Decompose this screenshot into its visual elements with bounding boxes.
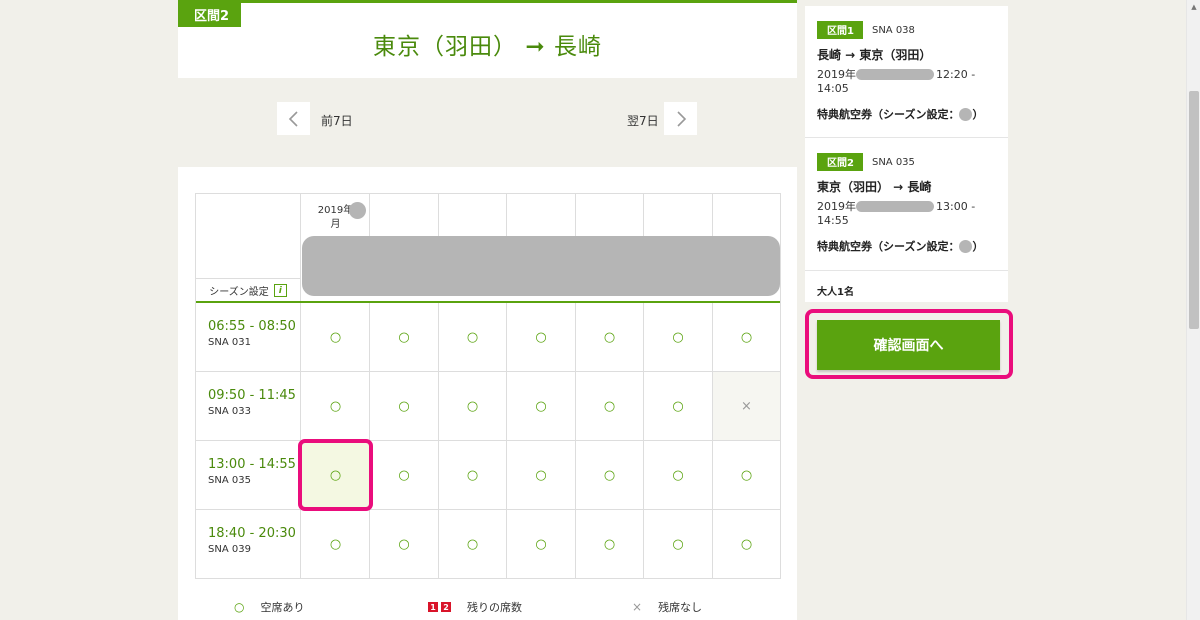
- segment-route: 長崎 → 東京（羽田）: [817, 48, 932, 62]
- seat-cell-available[interactable]: ○: [370, 372, 439, 440]
- table-row: 06:55 - 08:50 SNA 031 ○ ○ ○ ○ ○ ○ ○: [196, 303, 780, 372]
- cross-icon: ×: [632, 600, 643, 614]
- table-row: 13:00 - 14:55 SNA 035 ○ ○ ○ ○ ○ ○ ○: [196, 441, 780, 510]
- seat-cell-available[interactable]: ○: [507, 372, 576, 440]
- seat-cell-sold-out: ×: [713, 372, 780, 440]
- next-week-label[interactable]: 翌7日: [627, 112, 659, 129]
- remaining-seat-badges: 12: [428, 602, 451, 612]
- seat-cell-available[interactable]: ○: [576, 372, 644, 440]
- legend-remaining: 12 残りの席数: [428, 599, 522, 615]
- seat-cell-available[interactable]: ○: [302, 510, 370, 579]
- itinerary-summary: 区間1 SNA 038 長崎 → 東京（羽田） 2019年 12:20 - 14:…: [805, 6, 1008, 302]
- flight-time: 18:40 - 20:30: [208, 526, 296, 541]
- flight-number: SNA 033: [208, 406, 251, 417]
- seat-cell-available[interactable]: ○: [507, 303, 576, 371]
- seat-cell-available[interactable]: ○: [439, 372, 507, 440]
- flight-number: SNA 039: [208, 544, 251, 555]
- legend-sold-out-text: 残席なし: [658, 601, 703, 614]
- seat-cell-available[interactable]: ○: [302, 372, 370, 440]
- seat-cell-available[interactable]: ○: [507, 441, 576, 509]
- seat-cell-available[interactable]: ○: [507, 510, 576, 579]
- redacted-season: [959, 239, 973, 253]
- legend-available-text: 空席あり: [260, 601, 305, 614]
- redacted-date: [856, 200, 934, 212]
- redacted-season: [959, 107, 973, 121]
- segment-summary-2: 区間2 SNA 035 東京（羽田） → 長崎 2019年 13:00 - 14:…: [805, 138, 1008, 271]
- season-label-text: シーズン設定: [209, 287, 269, 298]
- flight-info: 13:00 - 14:55 SNA 035: [196, 441, 301, 509]
- date-column-header: [507, 194, 576, 236]
- seat-cell-available[interactable]: ○: [644, 372, 713, 440]
- flight-info: 09:50 - 11:45 SNA 033: [196, 372, 301, 440]
- seat-cell-available[interactable]: ○: [370, 303, 439, 371]
- season-setting-label: シーズン設定 i: [196, 278, 300, 302]
- seat-cell-available[interactable]: ○: [576, 510, 644, 579]
- segment-ticket: 特典航空券（シーズン設定：）: [817, 239, 984, 253]
- seat-cell-available[interactable]: ○: [644, 441, 713, 509]
- date-column-header: 2019年月: [302, 194, 370, 236]
- table-corner: シーズン設定 i: [196, 194, 301, 302]
- flight-number: SNA 035: [208, 475, 251, 486]
- seat-cell-available[interactable]: ○: [576, 441, 644, 509]
- legend-remaining-text: 残りの席数: [467, 601, 522, 614]
- segment-badge: 区間1: [817, 21, 863, 39]
- segment-date: 2019年 13:00 - 14:55: [817, 200, 976, 227]
- segment-summary-1: 区間1 SNA 038 長崎 → 東京（羽田） 2019年 12:20 - 14:…: [805, 6, 1008, 138]
- flight-number: SNA 031: [208, 337, 251, 348]
- flight-time: 09:50 - 11:45: [208, 388, 296, 403]
- prev-week-label[interactable]: 前7日: [321, 112, 353, 129]
- date-column-header: [713, 194, 780, 236]
- circle-icon: ○: [234, 600, 245, 614]
- seat-cell-available[interactable]: ○: [439, 510, 507, 579]
- section-badge: 区間2: [178, 3, 242, 27]
- seat-cell-available[interactable]: ○: [713, 303, 780, 371]
- table-row: 18:40 - 20:30 SNA 039 ○ ○ ○ ○ ○ ○ ○: [196, 510, 780, 579]
- seat-cell-available[interactable]: ○: [370, 441, 439, 509]
- segment-flight: SNA 038: [871, 24, 915, 36]
- redacted-date-dot: [349, 202, 366, 219]
- seat-cell-available[interactable]: ○: [302, 303, 370, 371]
- page-scrollbar[interactable]: ▲: [1186, 0, 1200, 620]
- confirm-button[interactable]: 確認画面へ: [817, 320, 1000, 370]
- legend-sold-out: × 残席なし: [632, 599, 702, 615]
- redacted-date: [856, 68, 934, 80]
- seat-cell-available[interactable]: ○: [713, 510, 780, 579]
- passenger-count: 大人1名: [817, 287, 854, 298]
- next-week-button[interactable]: [664, 102, 697, 135]
- date-column-header: [644, 194, 713, 236]
- info-icon[interactable]: i: [273, 284, 287, 297]
- table-row: 09:50 - 11:45 SNA 033 ○ ○ ○ ○ ○ ○ ×: [196, 372, 780, 441]
- flight-time: 13:00 - 14:55: [208, 457, 296, 472]
- segment-badge: 区間2: [817, 153, 863, 171]
- seat-cell-available[interactable]: ○: [644, 303, 713, 371]
- segment-ticket: 特典航空券（シーズン設定：）: [817, 107, 984, 121]
- section-header: 区間2 東京（羽田） ➞ 長崎: [178, 0, 797, 78]
- segment-flight: SNA 035: [871, 156, 915, 168]
- flight-time: 06:55 - 08:50: [208, 319, 296, 334]
- chevron-left-icon: [288, 110, 298, 127]
- scroll-up-arrow-icon[interactable]: ▲: [1187, 0, 1200, 14]
- legend-available: ○ 空席あり: [234, 599, 304, 615]
- segment-date: 2019年 12:20 - 14:05: [817, 68, 976, 95]
- redacted-season-bar: [302, 236, 780, 296]
- flight-info: 18:40 - 20:30 SNA 039: [196, 510, 301, 579]
- seat-cell-available[interactable]: ○: [370, 510, 439, 579]
- seat-cell-available[interactable]: ○: [713, 441, 780, 509]
- confirm-button-highlight: 確認画面へ: [805, 309, 1013, 379]
- schedule-table: シーズン設定 i 2019年月 06:55 - 08:50 SNA 031 ○ ○ ○ ○…: [195, 193, 781, 579]
- seat-cell-available[interactable]: ○: [576, 303, 644, 371]
- seat-cell-available[interactable]: ○: [439, 441, 507, 509]
- segment-route: 東京（羽田） → 長崎: [817, 180, 932, 194]
- route-title: 東京（羽田） ➞ 長崎: [373, 34, 602, 60]
- prev-week-button[interactable]: [277, 102, 310, 135]
- seat-cell-available[interactable]: ○: [439, 303, 507, 371]
- date-column-header: [370, 194, 439, 236]
- chevron-right-icon: [676, 110, 686, 127]
- date-column-header: [439, 194, 507, 236]
- date-column-header: [576, 194, 644, 236]
- seat-cell-available[interactable]: ○: [302, 441, 370, 509]
- flight-info: 06:55 - 08:50 SNA 031: [196, 303, 301, 371]
- scrollbar-thumb[interactable]: [1189, 91, 1199, 329]
- seat-cell-available[interactable]: ○: [644, 510, 713, 579]
